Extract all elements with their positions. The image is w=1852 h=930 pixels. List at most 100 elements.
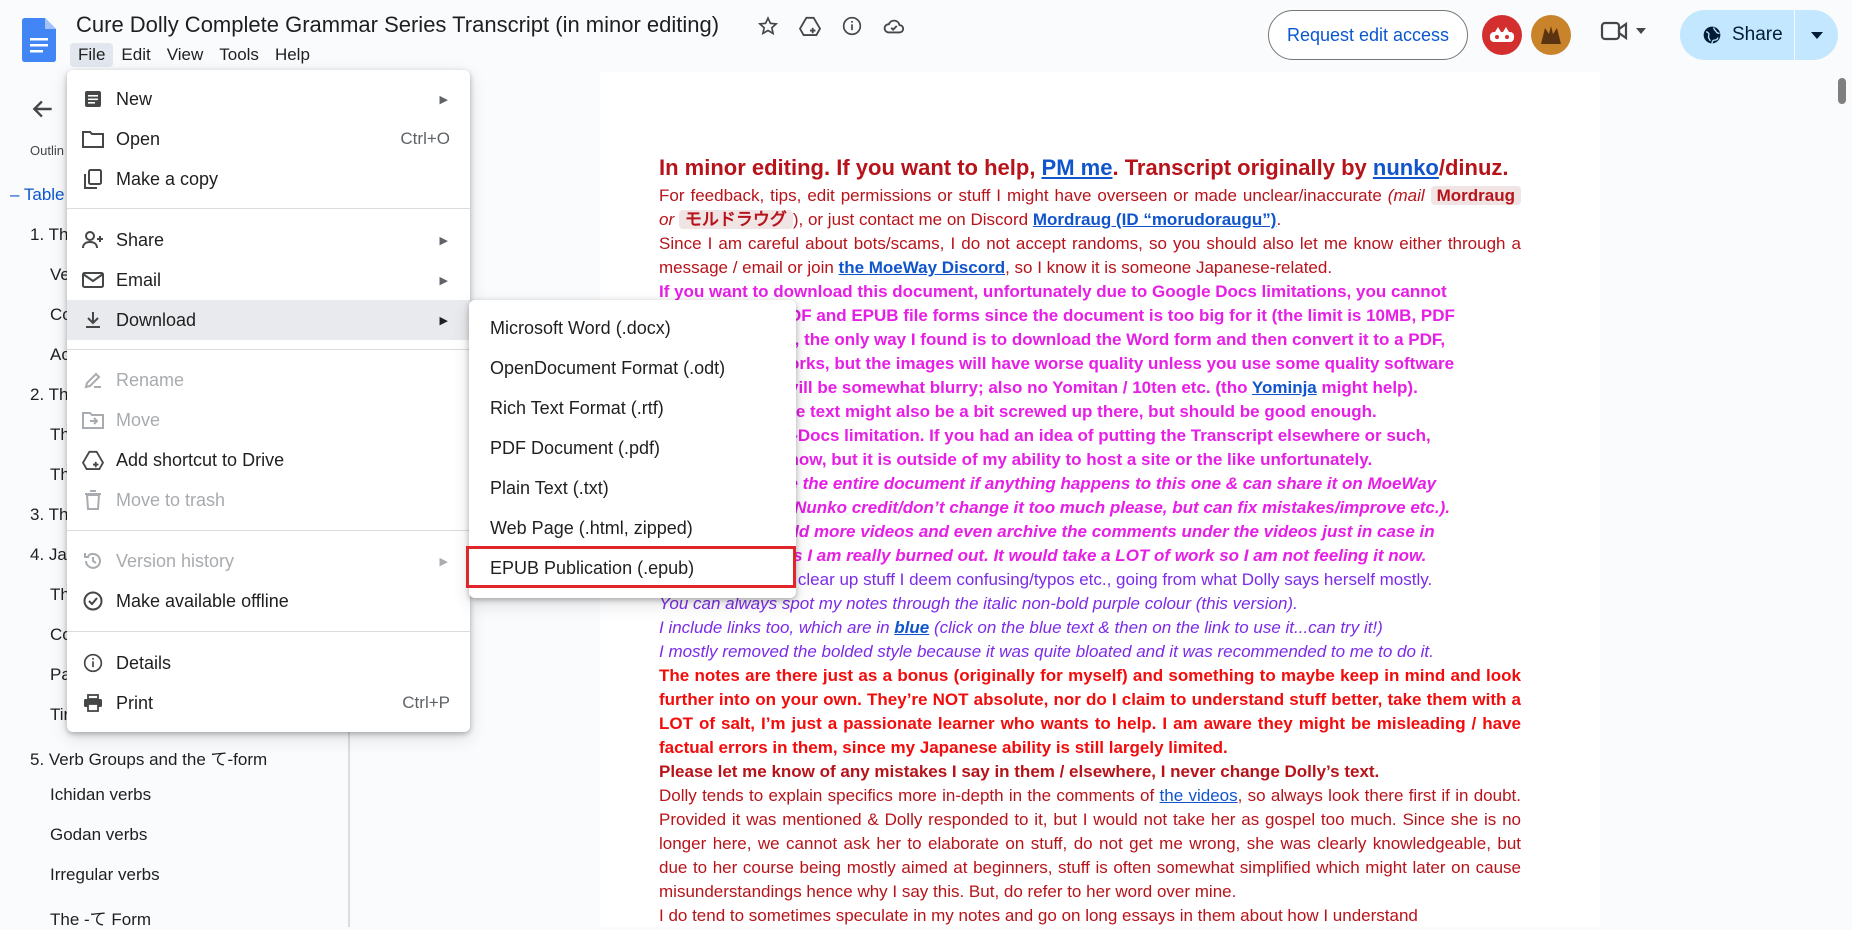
copy-icon: [82, 168, 104, 190]
drive-shortcut-icon: [82, 449, 104, 471]
scrollbar-thumb[interactable]: [1838, 78, 1846, 104]
outline-item[interactable]: 4. Ja: [30, 545, 67, 565]
star-icon[interactable]: [756, 12, 780, 40]
paragraph: For feedback, tips, edit permissions or …: [659, 184, 1521, 232]
download-odt[interactable]: OpenDocument Format (.odt): [469, 348, 796, 388]
submenu-arrow-icon: ▶: [439, 234, 448, 247]
trash-icon: [82, 489, 104, 511]
rename-icon: [82, 369, 104, 391]
menu-item-move[interactable]: Move: [67, 400, 470, 440]
menu-item-make-available-offline[interactable]: Make available offline: [67, 581, 470, 621]
menu-file[interactable]: File: [70, 43, 114, 67]
email-icon: [82, 269, 104, 291]
move-to-drive-icon[interactable]: [798, 12, 822, 40]
heading-text: /dinuz.: [1438, 155, 1509, 180]
highlight-box: [466, 546, 796, 588]
yominja-link[interactable]: Yominja: [1252, 378, 1317, 397]
menu-edit[interactable]: Edit: [113, 43, 158, 67]
blue-link[interactable]: blue: [894, 618, 929, 637]
menu-item-open[interactable]: Open Ctrl+O: [67, 119, 470, 159]
download-txt[interactable]: Plain Text (.txt): [469, 468, 796, 508]
info-icon: [82, 652, 104, 674]
menu-item-new[interactable]: New ▶: [67, 79, 470, 119]
menu-item-print[interactable]: Print Ctrl+P: [67, 683, 470, 723]
share-dropdown[interactable]: [1795, 10, 1838, 60]
menu-item-make-a-copy[interactable]: Make a copy: [67, 159, 470, 199]
heading-text: In minor editing. If you want to help,: [659, 155, 1042, 180]
outline-item-table-of-contents[interactable]: – Table: [10, 185, 65, 205]
download-rtf[interactable]: Rich Text Format (.rtf): [469, 388, 796, 428]
avatar[interactable]: [1482, 15, 1522, 55]
share-button[interactable]: Share: [1680, 10, 1838, 60]
outline-item[interactable]: Irregular verbs: [50, 865, 160, 885]
menu-item-email[interactable]: Email ▶: [67, 260, 470, 300]
outline-label: Outlin: [30, 143, 64, 158]
outline-item[interactable]: 3. Th: [30, 505, 68, 525]
document-title[interactable]: Cure Dolly Complete Grammar Series Trans…: [76, 12, 719, 38]
menu-tools[interactable]: Tools: [211, 43, 267, 67]
menu-item-version-history[interactable]: Version history ▶: [67, 541, 470, 581]
menu-help[interactable]: Help: [267, 43, 318, 67]
folder-icon: [82, 128, 104, 150]
meet-button[interactable]: [1600, 20, 1646, 42]
globe-icon: [1703, 26, 1721, 44]
submenu-arrow-icon: ▶: [439, 555, 448, 568]
download-icon: [82, 309, 104, 331]
new-doc-icon: [82, 88, 104, 110]
paragraph: Please let me know of any mistakes I say…: [659, 762, 1380, 781]
menu-item-download[interactable]: Download ▶: [67, 300, 470, 340]
top-bar: Cure Dolly Complete Grammar Series Trans…: [0, 0, 1852, 72]
document-info-icon[interactable]: [840, 12, 864, 40]
share-person-icon: [82, 229, 104, 251]
move-icon: [82, 409, 104, 431]
menu-item-add-shortcut[interactable]: Add shortcut to Drive: [67, 440, 470, 480]
history-icon: [82, 550, 104, 572]
paragraph: I include links too, which are in blue (…: [659, 618, 1383, 637]
outline-item[interactable]: Godan verbs: [50, 825, 147, 845]
outline-item[interactable]: Ichidan verbs: [50, 785, 151, 805]
heading-text: . Transcript originally by: [1112, 155, 1373, 180]
menu-item-share[interactable]: Share ▶: [67, 220, 470, 260]
request-edit-access-button[interactable]: Request edit access: [1268, 10, 1468, 60]
download-pdf[interactable]: PDF Document (.pdf): [469, 428, 796, 468]
cloud-status-icon[interactable]: [882, 12, 906, 40]
mention-chip[interactable]: Mordraug: [1430, 186, 1521, 205]
menu-item-rename[interactable]: Rename: [67, 360, 470, 400]
divider: [67, 631, 470, 632]
outline-item[interactable]: 2. Th: [30, 385, 68, 405]
back-arrow-icon[interactable]: [30, 96, 56, 122]
document-heading: In minor editing. If you want to help, P…: [659, 152, 1521, 184]
scrollbar[interactable]: [1836, 72, 1852, 927]
mention-chip[interactable]: モルドラウグ: [678, 210, 793, 229]
paragraph: I do tend to sometimes speculate in my n…: [659, 906, 1418, 925]
pm-me-link[interactable]: PM me: [1042, 155, 1113, 180]
submenu-arrow-icon: ▶: [439, 93, 448, 106]
paragraph: Dolly tends to explain specifics more in…: [659, 786, 1521, 901]
chevron-down-icon: [1810, 31, 1823, 39]
share-label: Share: [1732, 24, 1783, 45]
paragraph: The notes are there just as a bonus (ori…: [659, 666, 1521, 757]
paragraph: Since I am careful about bots/scams, I d…: [659, 234, 1521, 277]
outline-item[interactable]: 5. Verb Groups and the て-form: [30, 745, 267, 770]
outline-item[interactable]: 1. Th: [30, 225, 68, 245]
menu-item-move-to-trash[interactable]: Move to trash: [67, 480, 470, 520]
menu-bar: File Edit View Tools Help: [70, 43, 318, 67]
discord-id-link[interactable]: Mordraug (ID “morudoraugu”): [1033, 210, 1277, 229]
moeway-discord-link[interactable]: the MoeWay Discord: [839, 258, 1006, 277]
file-menu: New ▶ Open Ctrl+O Make a copy Share ▶ Em…: [67, 70, 470, 732]
avatar[interactable]: [1531, 15, 1571, 55]
download-docx[interactable]: Microsoft Word (.docx): [469, 308, 796, 348]
nunko-link[interactable]: nunko: [1373, 155, 1439, 180]
menu-view[interactable]: View: [159, 43, 212, 67]
submenu-arrow-icon: ▶: [439, 274, 448, 287]
outline-item[interactable]: The -て Form: [50, 905, 151, 930]
docs-logo-icon[interactable]: [22, 18, 56, 62]
menu-item-details[interactable]: Details: [67, 643, 470, 683]
the-videos-link[interactable]: the videos: [1160, 786, 1238, 805]
offline-icon: [82, 590, 104, 612]
download-html[interactable]: Web Page (.html, zipped): [469, 508, 796, 548]
divider: [67, 208, 470, 209]
divider: [67, 349, 470, 350]
chevron-down-icon: [1636, 28, 1646, 34]
submenu-arrow-icon: ▶: [439, 314, 448, 327]
